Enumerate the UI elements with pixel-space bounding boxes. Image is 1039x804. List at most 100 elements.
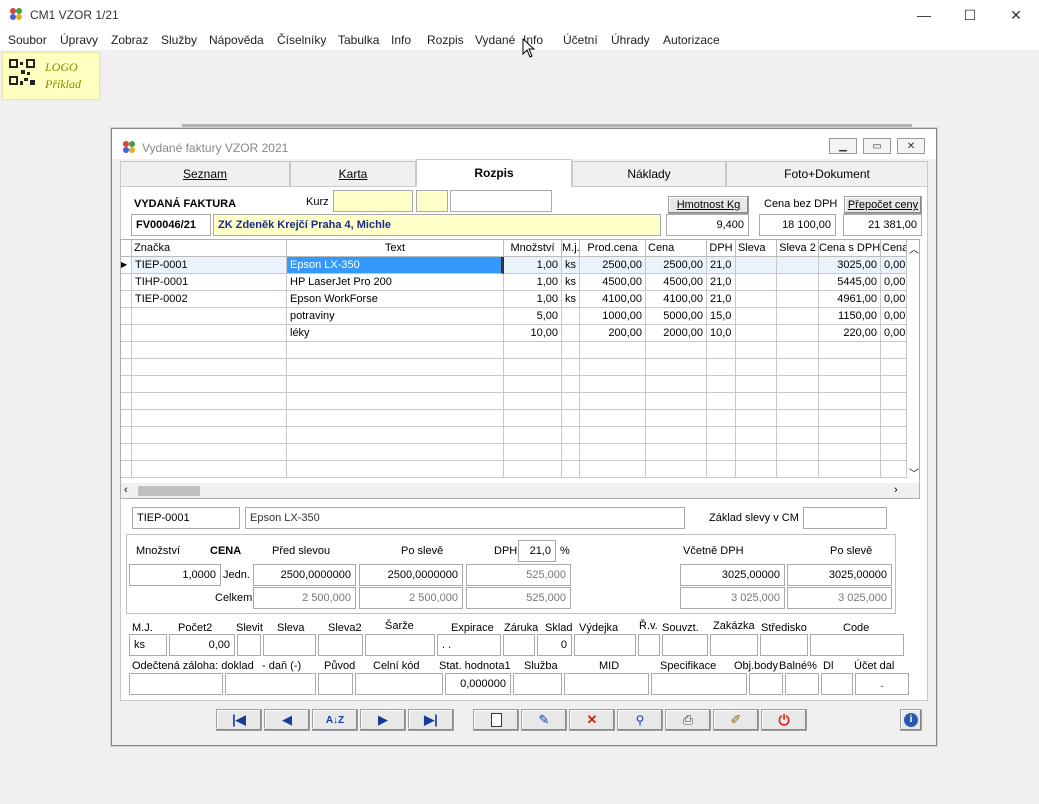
edit-record-button[interactable]: ✎ (521, 709, 567, 731)
col-header-sleva[interactable]: Sleva (736, 240, 777, 257)
col-header-cena[interactable]: Cena (646, 240, 707, 257)
sleva2-field[interactable] (318, 634, 363, 656)
sleva-field[interactable] (263, 634, 316, 656)
cell-prodcena[interactable]: 4100,00 (580, 291, 646, 308)
souvzt-field[interactable] (662, 634, 708, 656)
sluzba-field[interactable] (513, 673, 562, 695)
cell-text[interactable]: Epson WorkForse (287, 291, 504, 308)
cell-cena-2[interactable] (881, 444, 907, 461)
cell-cena-2[interactable] (881, 376, 907, 393)
customer-field[interactable]: ZK Zdeněk Krejčí Praha 4, Michle (213, 214, 661, 236)
cell-mj[interactable]: ks (562, 274, 580, 291)
cell-sleva[interactable] (736, 308, 777, 325)
cell-cena-s-dph[interactable] (819, 444, 881, 461)
cell-cena-2[interactable]: 0,00 (881, 291, 907, 308)
detail-name-field[interactable]: Epson LX-350 (245, 507, 685, 529)
cell-dph[interactable] (707, 461, 736, 478)
col-header-cena-s-dph[interactable]: Cena s DPH (819, 240, 881, 257)
cell-cena[interactable]: 4500,00 (646, 274, 707, 291)
obj-body-field[interactable] (749, 673, 783, 695)
cell-znacka[interactable] (132, 376, 287, 393)
cell-mj[interactable] (562, 427, 580, 444)
cell-sleva2[interactable] (777, 410, 819, 427)
cell-sleva2[interactable] (777, 342, 819, 359)
menu-ucetni[interactable]: Účetní (563, 33, 598, 47)
grid-vscrollbar[interactable]: ︿ ﹀ (907, 240, 919, 483)
cell-text[interactable] (287, 444, 504, 461)
unit-price-after-field[interactable]: 2500,0000000 (359, 564, 463, 586)
cell-prodcena[interactable]: 4500,00 (580, 274, 646, 291)
cell-mj[interactable] (562, 359, 580, 376)
delete-record-button[interactable]: ✕ (569, 709, 615, 731)
cell-znacka[interactable] (132, 461, 287, 478)
cell-cena[interactable]: 5000,00 (646, 308, 707, 325)
menu-zobraz[interactable]: Zobraz (111, 33, 148, 47)
cell-cena-2[interactable] (881, 342, 907, 359)
cell-text[interactable] (287, 410, 504, 427)
cell-znacka[interactable]: TIEP-0001 (132, 257, 287, 274)
sort-button[interactable]: A↓Z (312, 709, 358, 731)
tab-rozpis[interactable]: Rozpis (416, 159, 572, 187)
cell-mnozstvi[interactable] (504, 410, 562, 427)
row-indicator[interactable] (121, 444, 132, 461)
tab-foto-dokument[interactable]: Foto+Dokument (726, 161, 928, 187)
rv-field[interactable] (638, 634, 660, 656)
cell-cena-s-dph[interactable] (819, 393, 881, 410)
row-indicator[interactable] (121, 274, 132, 291)
new-record-button[interactable] (473, 709, 519, 731)
cell-prodcena[interactable] (580, 410, 646, 427)
col-header-prodcena[interactable]: Prod.cena (580, 240, 646, 257)
cell-cena-s-dph[interactable] (819, 376, 881, 393)
cell-cena-s-dph[interactable] (819, 427, 881, 444)
cell-dph[interactable] (707, 444, 736, 461)
row-indicator[interactable] (121, 376, 132, 393)
cell-cena[interactable] (646, 427, 707, 444)
cell-mnozstvi[interactable]: 10,00 (504, 325, 562, 342)
total-field[interactable]: 21 381,00 (843, 214, 922, 236)
cell-prodcena[interactable] (580, 427, 646, 444)
cell-znacka[interactable] (132, 444, 287, 461)
cell-mnozstvi[interactable] (504, 342, 562, 359)
hscroll-thumb[interactable] (138, 486, 200, 496)
cell-dph[interactable]: 21,0 (707, 257, 736, 274)
cell-cena-s-dph[interactable] (819, 359, 881, 376)
cell-prodcena[interactable] (580, 444, 646, 461)
cell-mj[interactable] (562, 325, 580, 342)
cell-znacka[interactable]: TIEP-0002 (132, 291, 287, 308)
cell-mnozstvi[interactable] (504, 427, 562, 444)
mj-field[interactable]: ks (129, 634, 167, 656)
cell-prodcena[interactable] (580, 342, 646, 359)
cell-prodcena[interactable] (580, 461, 646, 478)
price-field[interactable]: 18 100,00 (759, 214, 836, 236)
cell-text[interactable] (287, 427, 504, 444)
maximize-button[interactable]: ☐ (947, 0, 993, 30)
cell-cena-s-dph[interactable] (819, 461, 881, 478)
unit-incl-dph-after-field[interactable]: 3025,00000 (787, 564, 892, 586)
cell-dph[interactable] (707, 393, 736, 410)
puvod-field[interactable] (318, 673, 353, 695)
sarze-field[interactable] (365, 634, 435, 656)
cell-sleva[interactable] (736, 291, 777, 308)
total-incl-dph-field[interactable]: 3 025,000 (680, 587, 785, 609)
search-button[interactable]: ⚲ (617, 709, 663, 731)
window-close-button[interactable]: ✕ (897, 138, 925, 154)
zaruka-field[interactable] (503, 634, 535, 656)
cell-cena[interactable] (646, 342, 707, 359)
cell-cena[interactable] (646, 393, 707, 410)
cell-cena[interactable] (646, 359, 707, 376)
tab-karta[interactable]: Karta (290, 161, 416, 187)
weight-button[interactable]: Hmotnost Kg (668, 196, 749, 214)
total-incl-dph-after-field[interactable]: 3 025,000 (787, 587, 892, 609)
cell-sleva2[interactable] (777, 359, 819, 376)
cell-text[interactable] (287, 359, 504, 376)
cell-znacka[interactable] (132, 325, 287, 342)
balne-field[interactable] (785, 673, 819, 695)
qty-field[interactable]: 1,0000 (129, 564, 221, 586)
cell-mj[interactable] (562, 308, 580, 325)
scroll-left-icon[interactable]: ‹ (124, 484, 128, 496)
cell-text[interactable]: HP LaserJet Pro 200 (287, 274, 504, 291)
row-indicator[interactable] (121, 410, 132, 427)
cell-mnozstvi[interactable] (504, 444, 562, 461)
zaklad-slevy-field[interactable] (803, 507, 887, 529)
cell-dph[interactable]: 10,0 (707, 325, 736, 342)
